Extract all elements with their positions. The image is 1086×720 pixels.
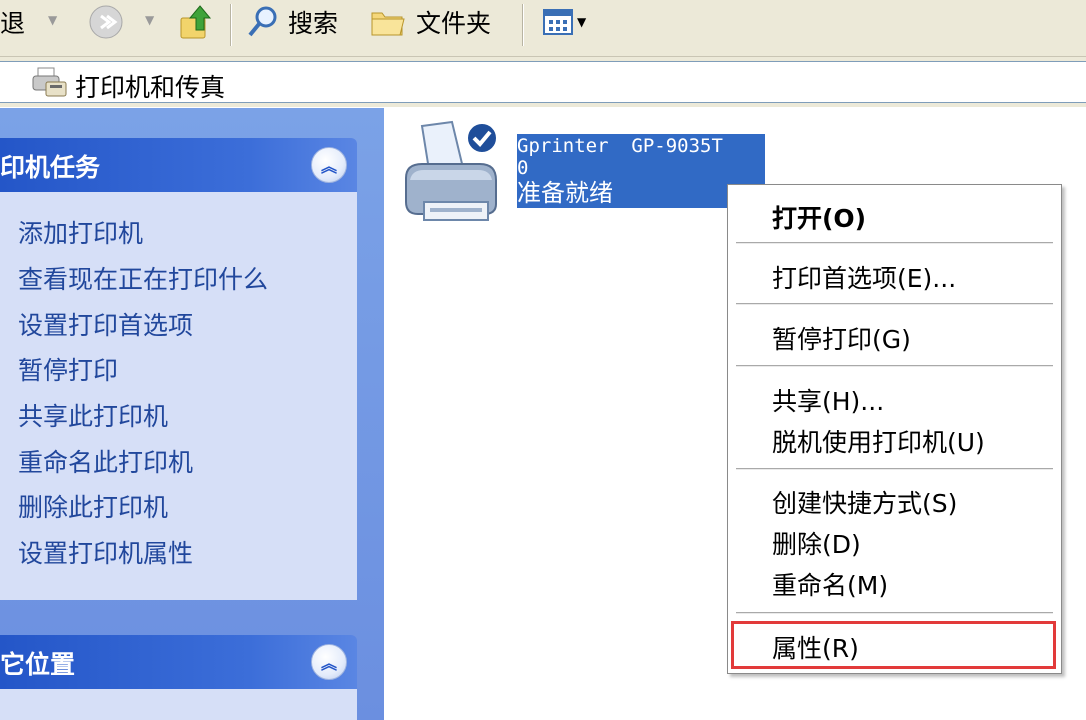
menu-separator: [736, 612, 1053, 614]
forward-dropdown-icon[interactable]: ▼: [145, 13, 154, 27]
printers-faxes-icon: [32, 67, 67, 97]
task-delete-printer[interactable]: 删除此打印机: [18, 488, 168, 524]
other-places-header[interactable]: 它位置 ︽: [0, 635, 357, 689]
task-printer-properties[interactable]: 设置打印机属性: [18, 534, 193, 570]
context-menu: 打开(O) 打印首选项(E)... 暂停打印(G) 共享(H)... 脱机使用打…: [727, 184, 1062, 674]
toolbar: 退 ▼ ▼ 搜索 文件夹 ▼: [0, 0, 1086, 57]
printer-tasks-header[interactable]: 印机任务 ︽: [0, 138, 357, 192]
forward-button[interactable]: [88, 0, 124, 44]
back-button[interactable]: 退: [0, 0, 25, 44]
menu-create-shortcut[interactable]: 创建快捷方式(S): [772, 484, 957, 520]
up-folder-button[interactable]: [178, 0, 214, 44]
printer-tasks-title: 印机任务: [0, 153, 101, 182]
search-icon: [248, 6, 277, 37]
menu-separator: [736, 365, 1053, 367]
task-add-printer[interactable]: 添加打印机: [18, 214, 143, 250]
menu-separator: [736, 303, 1053, 305]
menu-separator: [736, 242, 1053, 244]
menu-printing-preferences[interactable]: 打印首选项(E)...: [772, 259, 956, 295]
task-printing-preferences[interactable]: 设置打印首选项: [18, 306, 193, 342]
address-bar: 打印机和传真: [0, 57, 1086, 107]
highlight-box: [731, 621, 1056, 669]
task-pane: 印机任务 ︽ 添加打印机 查看现在正在打印什么 设置打印首选项 暂停打印 共享此…: [0, 108, 384, 720]
task-see-printing[interactable]: 查看现在正在打印什么: [18, 260, 268, 296]
menu-delete[interactable]: 删除(D): [772, 525, 861, 561]
printer-job-count: 0: [517, 157, 529, 179]
task-rename-printer[interactable]: 重命名此打印机: [18, 443, 193, 479]
printer-icon[interactable]: [400, 118, 504, 230]
views-icon: [543, 9, 573, 35]
address-path: 打印机和传真: [75, 73, 226, 102]
task-share-printer[interactable]: 共享此打印机: [18, 397, 168, 433]
search-label: 搜索: [288, 9, 339, 38]
menu-use-offline[interactable]: 脱机使用打印机(U): [772, 423, 985, 459]
collapse-chevron-icon[interactable]: ︽: [311, 147, 347, 183]
other-places-list: [0, 689, 357, 720]
search-button[interactable]: 搜索: [246, 0, 338, 44]
views-button[interactable]: ▼: [543, 0, 586, 44]
address-field[interactable]: 打印机和传真: [0, 61, 1086, 103]
forward-icon: [89, 5, 123, 39]
back-dropdown-icon[interactable]: ▼: [48, 13, 57, 27]
task-pause-printing[interactable]: 暂停打印: [18, 351, 118, 387]
back-label: 退: [0, 9, 26, 38]
views-dropdown-icon: ▼: [577, 15, 587, 29]
toolbar-divider: [230, 4, 231, 46]
printer-name: Gprinter GP-9035T: [517, 135, 723, 157]
menu-rename[interactable]: 重命名(M): [772, 566, 888, 602]
folders-label: 文件夹: [416, 9, 492, 38]
menu-share[interactable]: 共享(H)...: [772, 382, 884, 418]
toolbar-divider: [522, 4, 523, 46]
folder-icon: [371, 12, 405, 36]
up-folder-icon: [180, 5, 212, 39]
menu-pause-printing[interactable]: 暂停打印(G): [772, 320, 911, 356]
folders-button[interactable]: 文件夹: [370, 0, 491, 44]
collapse-chevron-icon[interactable]: ︽: [311, 644, 347, 680]
menu-open[interactable]: 打开(O): [772, 199, 866, 235]
other-places-title: 它位置: [0, 650, 76, 679]
menu-separator: [736, 468, 1053, 470]
printer-tasks-list: 添加打印机 查看现在正在打印什么 设置打印首选项 暂停打印 共享此打印机 重命名…: [0, 192, 357, 600]
